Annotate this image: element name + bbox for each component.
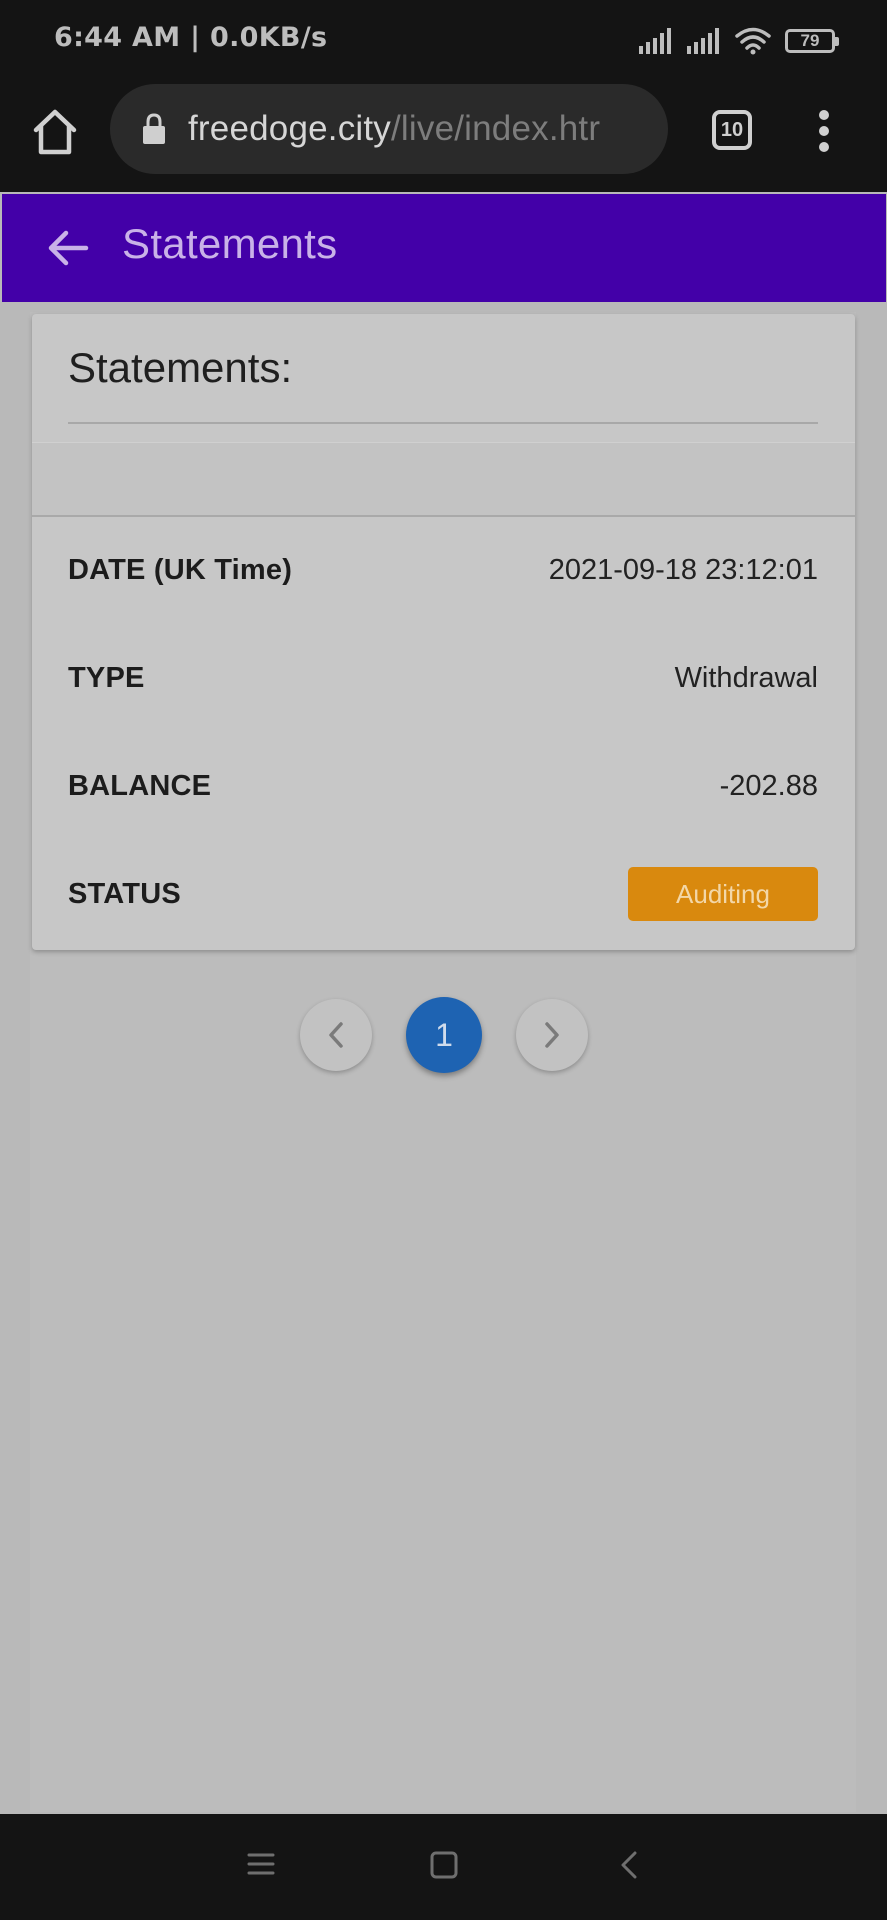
- page-button-1[interactable]: 1: [406, 997, 482, 1073]
- card-strip: [32, 442, 855, 517]
- chevron-right-icon: [545, 1022, 559, 1048]
- row-value: Withdrawal: [674, 661, 818, 694]
- url-bar[interactable]: freedoge.city/live/index.htr: [110, 84, 668, 174]
- more-vert-icon[interactable]: [812, 108, 836, 154]
- battery-icon: 79: [785, 29, 839, 53]
- tab-count: 10: [720, 118, 744, 141]
- prev-page-button[interactable]: [300, 999, 372, 1071]
- statement-row-balance: BALANCE -202.88: [68, 756, 818, 816]
- home-icon[interactable]: [30, 104, 80, 160]
- battery-level: 79: [800, 31, 820, 50]
- system-nav-bar: [0, 1814, 887, 1920]
- status-badge: Auditing: [628, 867, 818, 921]
- status-bar: 6:44 AM | 0.0KB/s 79: [0, 0, 887, 82]
- status-time: 6:44 AM | 0.0KB/s: [54, 22, 328, 53]
- divider: [68, 422, 818, 424]
- url-domain: freedoge.city: [188, 109, 391, 148]
- statement-card: Statements: DATE (UK Time) 2021-09-18 23…: [32, 314, 855, 950]
- next-page-button[interactable]: [516, 999, 588, 1071]
- row-label: TYPE: [68, 661, 145, 694]
- statement-row-status: STATUS Auditing: [68, 864, 818, 924]
- signal-icon: [639, 28, 671, 54]
- status-icons: 79: [639, 24, 839, 58]
- signal-icon: [687, 28, 719, 54]
- row-label: DATE (UK Time): [68, 553, 293, 586]
- browser-toolbar: freedoge.city/live/index.htr 10: [0, 82, 887, 192]
- menu-icon[interactable]: [246, 1850, 276, 1878]
- row-value: -202.88: [719, 769, 818, 802]
- tabs-icon[interactable]: 10: [712, 110, 752, 150]
- wifi-icon: [735, 27, 771, 55]
- statement-row-date: DATE (UK Time) 2021-09-18 23:12:01: [68, 540, 818, 600]
- row-label: BALANCE: [68, 769, 212, 802]
- url-path: /live/index.htr: [391, 109, 601, 148]
- statement-row-type: TYPE Withdrawal: [68, 648, 818, 708]
- page-title: Statements: [122, 220, 338, 267]
- row-value: 2021-09-18 23:12:01: [548, 553, 818, 586]
- square-icon[interactable]: [429, 1850, 459, 1880]
- back-chevron-icon[interactable]: [618, 1850, 640, 1880]
- lock-icon: [143, 113, 165, 144]
- row-label: STATUS: [68, 877, 181, 910]
- arrow-left-icon[interactable]: [46, 226, 90, 270]
- screen: 6:44 AM | 0.0KB/s 79 freedoge.city/live/…: [0, 0, 887, 1920]
- app-header: Statements: [2, 194, 886, 302]
- chevron-left-icon: [329, 1022, 343, 1048]
- card-title: Statements:: [68, 344, 293, 391]
- url-text: freedoge.city/live/index.htr: [188, 109, 600, 149]
